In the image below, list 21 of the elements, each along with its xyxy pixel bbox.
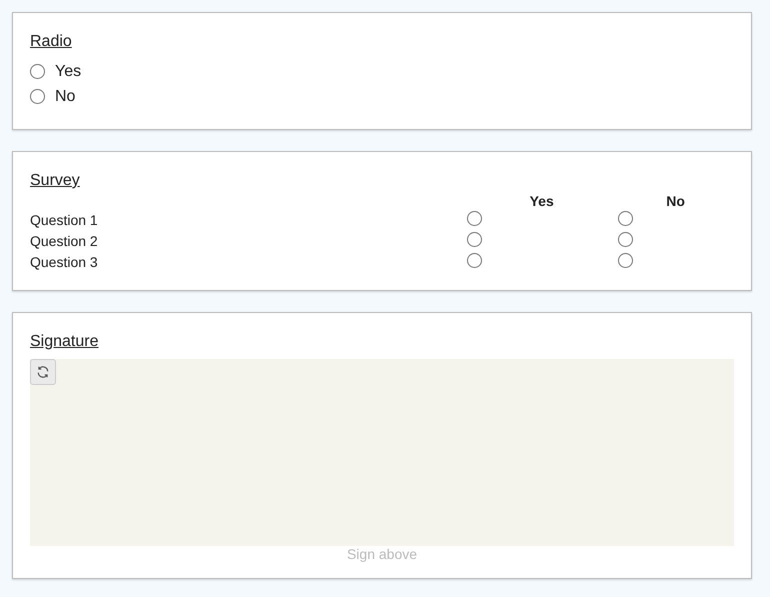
radio-button[interactable] [30,64,45,79]
radio-button[interactable] [467,210,482,226]
section-title: Signature [30,333,98,351]
refresh-icon [36,365,50,379]
radio-label: Yes [55,62,82,80]
section-title: Survey [30,172,80,190]
question-label: Question 2 [30,232,99,251]
radio-button[interactable] [618,232,634,246]
radio-button[interactable] [30,89,45,104]
radio-button[interactable] [467,232,482,246]
radio-label: No [55,88,76,106]
column-header: No [665,193,686,209]
question-label: Question 3 [30,252,99,272]
column-header: Yes [528,193,555,209]
radio-button[interactable] [467,252,482,268]
signature-hint: Sign above [346,546,418,562]
radio-button[interactable] [618,252,634,268]
question-label: Question 1 [30,210,99,230]
refresh-button[interactable] [30,359,56,385]
radio-button[interactable] [618,210,634,226]
section-title: Radio [30,33,72,51]
